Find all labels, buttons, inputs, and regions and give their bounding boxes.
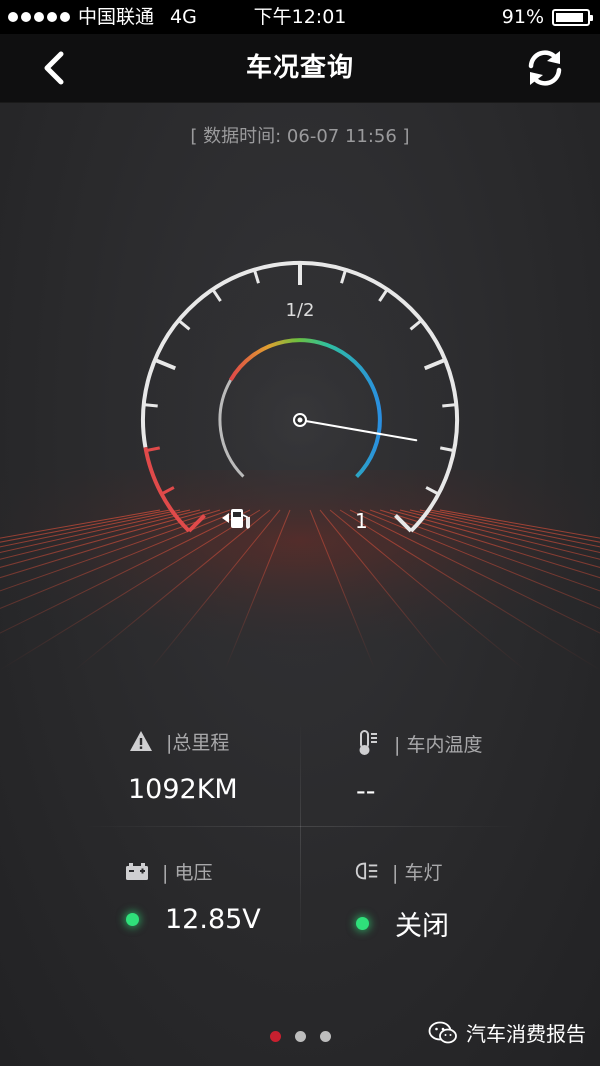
page-title: 车况查询 bbox=[245, 53, 354, 83]
gauge-label-full: 1 bbox=[355, 509, 368, 533]
cabin-temp-label: | 车内温度 bbox=[394, 733, 483, 756]
car-status-screen: 中国联通 4G 下午12:01 91% 车况查询 [ 数据时间: 06-07 1… bbox=[0, 0, 600, 1066]
data-timestamp: [ 数据时间: 06-07 11:56 ] bbox=[190, 126, 410, 147]
warning-road-icon bbox=[128, 728, 154, 754]
voltage-value: 12.85V bbox=[165, 904, 261, 935]
lights-label: | 车灯 bbox=[392, 861, 443, 884]
refresh-icon bbox=[528, 50, 562, 86]
fuel-gauge bbox=[141, 261, 459, 560]
wechat-logo-icon bbox=[428, 1021, 457, 1043]
thermometer-icon bbox=[356, 730, 382, 756]
lights-value: 关闭 bbox=[395, 911, 449, 942]
gauge-tick bbox=[442, 403, 457, 408]
battery-icon bbox=[124, 858, 150, 884]
voltage-label: | 电压 bbox=[162, 861, 213, 884]
lights-status-dot bbox=[356, 917, 369, 930]
mileage-label: |总里程 bbox=[166, 731, 230, 754]
gauge-label-half: 1/2 bbox=[285, 300, 315, 321]
info-divider-horizontal bbox=[80, 826, 520, 827]
watermark-text: 汽车消费报告 bbox=[466, 1022, 586, 1046]
headlight-icon bbox=[354, 858, 380, 884]
page-dot-1[interactable] bbox=[269, 1031, 281, 1042]
lights-card: | 车灯 关闭 bbox=[354, 856, 449, 943]
refresh-button[interactable] bbox=[524, 47, 566, 89]
page-dot-3[interactable] bbox=[319, 1031, 331, 1042]
mileage-value: 1092KM bbox=[128, 774, 238, 805]
voltage-status-dot bbox=[126, 913, 139, 926]
cabin-temp-value: -- bbox=[356, 776, 376, 807]
voltage-card: | 电压 12.85V bbox=[124, 856, 261, 935]
status-bar: 中国联通 4G 下午12:01 91% bbox=[0, 0, 600, 34]
cabin-temp-card: | 车内温度 -- bbox=[356, 728, 482, 807]
watermark: 汽车消费报告 bbox=[428, 1018, 586, 1047]
info-divider-vertical bbox=[300, 720, 301, 950]
nav-bar: 车况查询 bbox=[0, 34, 600, 103]
battery-percent: 91% bbox=[501, 6, 544, 28]
battery-icon bbox=[552, 8, 593, 26]
page-dot-2[interactable] bbox=[294, 1031, 306, 1042]
gauge-tick bbox=[143, 403, 158, 408]
mileage-card: |总里程 1092KM bbox=[128, 726, 238, 805]
